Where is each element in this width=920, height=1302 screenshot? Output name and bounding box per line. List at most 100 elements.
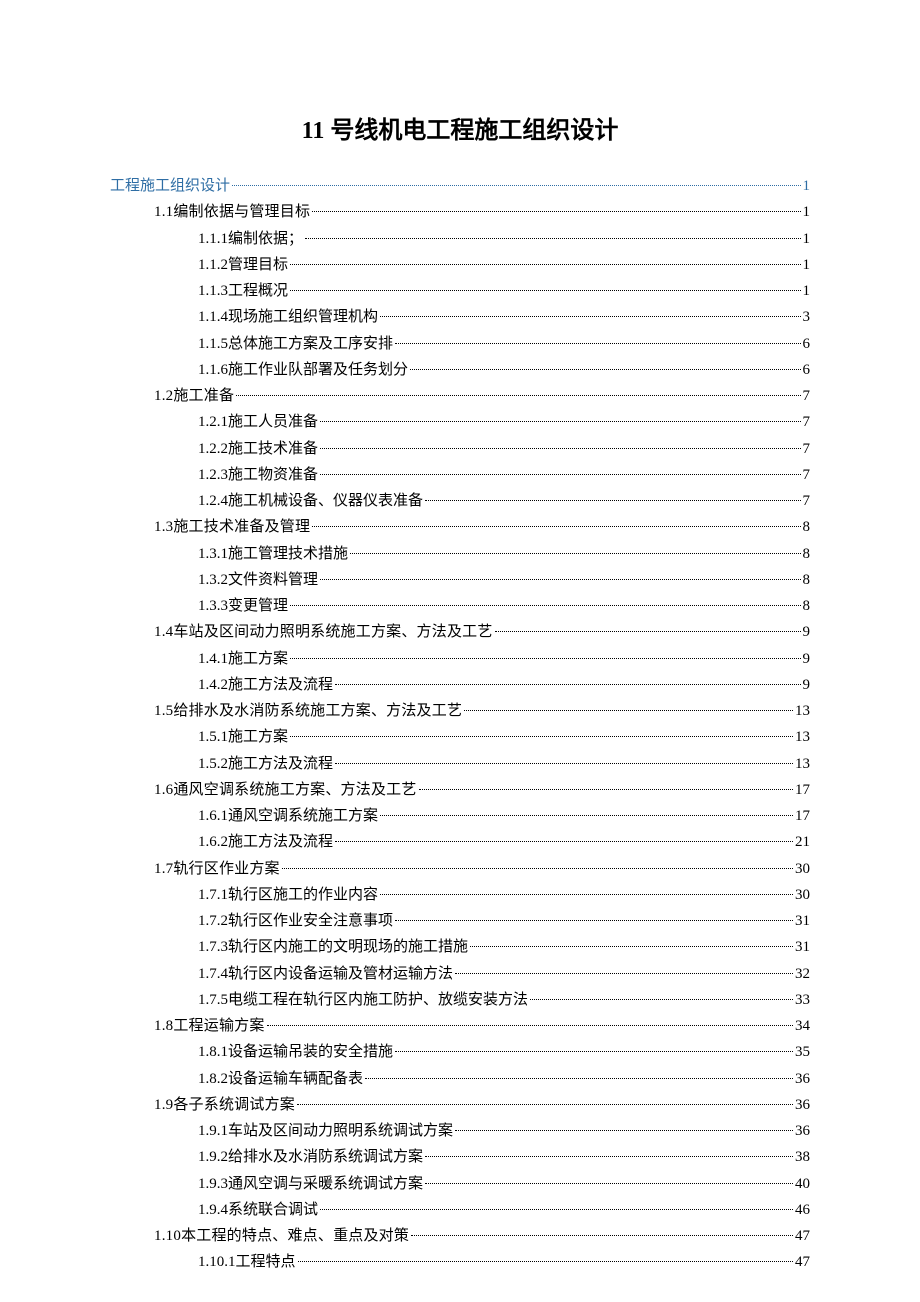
toc-entry-number: 1.9.3	[198, 1171, 228, 1197]
toc-entry-text: 施工物资准备	[228, 462, 318, 488]
toc-entry[interactable]: 1.1.4 现场施工组织管理机构3	[110, 304, 810, 330]
toc-entry[interactable]: 1.1.2 管理目标1	[110, 252, 810, 278]
toc-leader-dots	[411, 1235, 793, 1236]
toc-entry-text: 总体施工方案及工序安排	[228, 331, 393, 357]
toc-entry[interactable]: 1.6.1 通风空调系统施工方案17	[110, 803, 810, 829]
toc-entry-text: 设备运输吊装的安全措施	[228, 1039, 393, 1065]
toc-leader-dots	[312, 211, 800, 212]
toc-entry-text: 变更管理	[228, 593, 288, 619]
toc-entry-text: 施工作业队部署及任务划分	[228, 357, 408, 383]
toc-entry-page: 13	[795, 724, 810, 750]
toc-entry[interactable]: 1.2.4 施工机械设备、仪器仪表准备7	[110, 488, 810, 514]
toc-leader-dots	[380, 894, 793, 895]
toc-entry-text: 工程概况	[228, 278, 288, 304]
toc-entry[interactable]: 1.7.3 轨行区内施工的文明现场的施工措施31	[110, 934, 810, 960]
toc-entry-number: 1.9.4	[198, 1197, 228, 1223]
toc-entry[interactable]: 1.2 施工准备7	[110, 383, 810, 409]
toc-entry-page: 17	[795, 803, 810, 829]
toc-entry-page: 8	[803, 593, 811, 619]
toc-entry-page: 34	[795, 1013, 810, 1039]
toc-entry[interactable]: 1.1.5 总体施工方案及工序安排6	[110, 331, 810, 357]
toc-entry-text: 给排水及水消防系统调试方案	[228, 1144, 423, 1170]
toc-entry[interactable]: 1.3.2 文件资料管理8	[110, 567, 810, 593]
toc-entry[interactable]: 1.1.1 编制依据；1	[110, 226, 810, 252]
toc-entry[interactable]: 1.1.3 工程概况1	[110, 278, 810, 304]
toc-leader-dots	[320, 474, 800, 475]
toc-entry-text: 电缆工程在轨行区内施工防护、放缆安装方法	[228, 987, 528, 1013]
toc-entry-text: 施工技术准备	[228, 436, 318, 462]
toc-entry[interactable]: 1.4 车站及区间动力照明系统施工方案、方法及工艺9	[110, 619, 810, 645]
toc-entry[interactable]: 1.9.4 系统联合调试46	[110, 1197, 810, 1223]
toc-entry-page: 8	[803, 567, 811, 593]
toc-entry[interactable]: 1.10 本工程的特点、难点、重点及对策47	[110, 1223, 810, 1249]
toc-leader-dots	[312, 526, 800, 527]
toc-entry-number: 1.4.2	[198, 672, 228, 698]
toc-entry[interactable]: 1.9 各子系统调试方案36	[110, 1092, 810, 1118]
toc-leader-dots	[425, 1183, 793, 1184]
toc-entry-number: 1.7.3	[198, 934, 228, 960]
toc-entry[interactable]: 1.8.2 设备运输车辆配备表36	[110, 1066, 810, 1092]
toc-entry[interactable]: 工程施工组织设计1	[110, 173, 810, 199]
toc-entry[interactable]: 1.7.4 轨行区内设备运输及管材运输方法32	[110, 961, 810, 987]
toc-entry[interactable]: 1.4.2 施工方法及流程9	[110, 672, 810, 698]
toc-entry-number: 1.8	[154, 1013, 173, 1039]
toc-entry-page: 9	[803, 672, 811, 698]
toc-entry-text: 施工方案	[228, 646, 288, 672]
toc-entry[interactable]: 1.7.5 电缆工程在轨行区内施工防护、放缆安装方法33	[110, 987, 810, 1013]
toc-leader-dots	[320, 1209, 793, 1210]
toc-entry-number: 1.3	[154, 514, 173, 540]
toc-leader-dots	[290, 736, 793, 737]
toc-entry-page: 7	[803, 383, 811, 409]
toc-entry-number: 1.8.2	[198, 1066, 228, 1092]
toc-entry-text: 设备运输车辆配备表	[228, 1066, 363, 1092]
toc-entry[interactable]: 1.7.1 轨行区施工的作业内容30	[110, 882, 810, 908]
toc-entry-number: 1.1.2	[198, 252, 228, 278]
toc-entry[interactable]: 1.3.1 施工管理技术措施8	[110, 541, 810, 567]
toc-entry[interactable]: 1.5.1 施工方案13	[110, 724, 810, 750]
toc-entry[interactable]: 1.1.6 施工作业队部署及任务划分6	[110, 357, 810, 383]
toc-leader-dots	[455, 973, 793, 974]
toc-entry-text: 系统联合调试	[228, 1197, 318, 1223]
toc-entry-text: 编制依据与管理目标	[173, 199, 310, 225]
toc-entry[interactable]: 1.6 通风空调系统施工方案、方法及工艺17	[110, 777, 810, 803]
toc-entry-page: 47	[795, 1249, 810, 1275]
toc-entry[interactable]: 1.9.2 给排水及水消防系统调试方案38	[110, 1144, 810, 1170]
toc-entry-page: 9	[803, 646, 811, 672]
toc-entry[interactable]: 1.2.3 施工物资准备7	[110, 462, 810, 488]
toc-leader-dots	[530, 999, 793, 1000]
toc-entry-number: 1.2.1	[198, 409, 228, 435]
toc-entry-text: 编制依据；	[228, 226, 303, 252]
toc-entry[interactable]: 1.6.2 施工方法及流程21	[110, 829, 810, 855]
toc-entry[interactable]: 1.5 给排水及水消防系统施工方案、方法及工艺13	[110, 698, 810, 724]
toc-leader-dots	[419, 789, 793, 790]
toc-entry[interactable]: 1.9.1 车站及区间动力照明系统调试方案36	[110, 1118, 810, 1144]
toc-entry[interactable]: 1.5.2 施工方法及流程13	[110, 751, 810, 777]
toc-leader-dots	[320, 448, 800, 449]
toc-entry[interactable]: 1.8.1 设备运输吊装的安全措施35	[110, 1039, 810, 1065]
toc-entry-page: 21	[795, 829, 810, 855]
toc-leader-dots	[297, 1104, 793, 1105]
toc-entry-number: 1.1.4	[198, 304, 228, 330]
toc-leader-dots	[320, 421, 800, 422]
toc-entry-text: 施工管理技术措施	[228, 541, 348, 567]
toc-entry-text: 轨行区内设备运输及管材运输方法	[228, 961, 453, 987]
toc-entry-number: 1.6.1	[198, 803, 228, 829]
toc-entry[interactable]: 1.2.2 施工技术准备7	[110, 436, 810, 462]
toc-leader-dots	[298, 1261, 793, 1262]
toc-entry[interactable]: 1.4.1 施工方案9	[110, 646, 810, 672]
toc-entry[interactable]: 1.7.2 轨行区作业安全注意事项31	[110, 908, 810, 934]
toc-entry[interactable]: 1.10.1 工程特点47	[110, 1249, 810, 1275]
toc-entry-number: 1.9.2	[198, 1144, 228, 1170]
toc-entry-page: 47	[795, 1223, 810, 1249]
toc-entry[interactable]: 1.2.1 施工人员准备7	[110, 409, 810, 435]
toc-entry-text: 轨行区作业方案	[173, 856, 279, 882]
toc-entry[interactable]: 1.3.3 变更管理8	[110, 593, 810, 619]
toc-entry[interactable]: 1.8 工程运输方案34	[110, 1013, 810, 1039]
toc-entry[interactable]: 1.7 轨行区作业方案30	[110, 856, 810, 882]
toc-entry[interactable]: 1.3 施工技术准备及管理8	[110, 514, 810, 540]
toc-entry[interactable]: 1.1 编制依据与管理目标1	[110, 199, 810, 225]
toc-entry[interactable]: 1.9.3 通风空调与采暖系统调试方案40	[110, 1171, 810, 1197]
toc-leader-dots	[290, 290, 800, 291]
toc-entry-number: 1.1.6	[198, 357, 228, 383]
toc-leader-dots	[290, 264, 800, 265]
